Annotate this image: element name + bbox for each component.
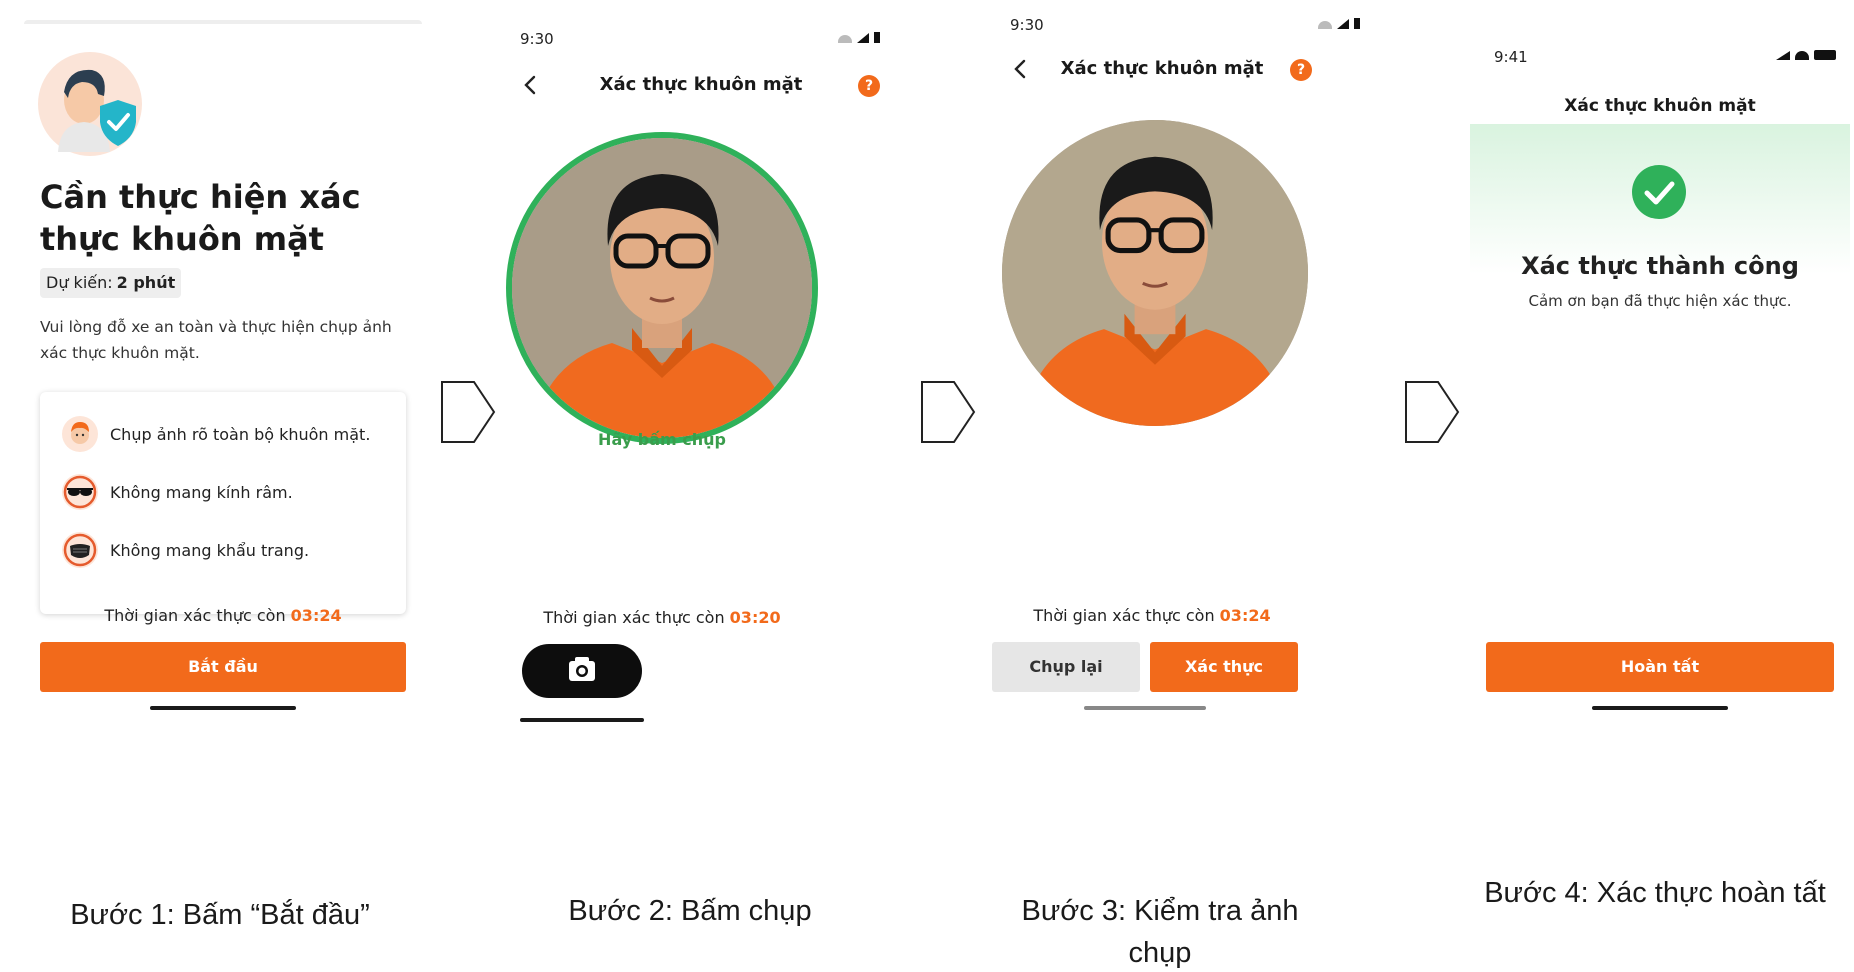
done-button[interactable]: Hoàn tất <box>1486 642 1834 692</box>
nav-title: Xác thực khuôn mặt <box>599 74 803 95</box>
wifi-icon <box>1795 51 1809 60</box>
step4-caption: Bước 4: Xác thực hoàn tất <box>1484 877 1826 909</box>
success-check-icon <box>1632 165 1686 219</box>
status-icons <box>838 32 880 43</box>
capture-hint: Hãy bấm chụp <box>598 430 726 449</box>
nav-bar: Xác thực khuôn mặt ? <box>992 44 1332 94</box>
step2-caption: Bước 2: Bấm chụp <box>568 895 812 927</box>
timer-label: Thời gian xác thực còn <box>1033 606 1215 625</box>
help-icon[interactable]: ? <box>858 75 880 97</box>
nav-title: Xác thực khuôn mặt <box>1060 58 1264 79</box>
start-button[interactable]: Bắt đầu <box>40 642 406 692</box>
timer-line: Thời gian xác thực còn 03:20 <box>502 608 822 627</box>
timer-line: Thời gian xác thực còn 03:24 <box>992 606 1312 625</box>
status-bar: 9:30 <box>502 20 900 56</box>
signal-icon <box>1337 19 1349 29</box>
battery-icon <box>1814 50 1836 60</box>
face-preview <box>512 138 812 438</box>
status-bar: 9:41 <box>1470 38 1850 74</box>
retake-button[interactable]: Chụp lại <box>992 642 1140 692</box>
back-arrow-icon[interactable] <box>1006 54 1036 84</box>
timer-value: 03:20 <box>729 608 781 627</box>
next-step-arrow-icon <box>1405 381 1460 443</box>
nav-bar: Xác thực khuôn mặt ? <box>502 60 900 110</box>
screen-review: 9:30 Xác thực khuôn mặt ? Thời gian xác <box>992 16 1390 840</box>
home-indicator <box>1084 706 1206 710</box>
timer-value: 03:24 <box>1219 606 1271 625</box>
timer-value: 03:24 <box>290 606 342 625</box>
status-time: 9:30 <box>1010 16 1044 34</box>
step1-caption: Bước 1: Bấm “Bắt đầu” <box>70 899 370 931</box>
status-icons <box>1318 18 1360 29</box>
rule-text: Không mang khẩu trang. <box>110 540 310 560</box>
help-icon[interactable]: ? <box>1290 59 1312 81</box>
instruction-text: Vui lòng đỗ xe an toàn và thực hiện chụp… <box>40 318 392 362</box>
sunglasses-icon <box>62 474 98 510</box>
mask-icon <box>62 532 98 568</box>
next-step-arrow-icon <box>921 381 976 443</box>
rule-item: Không mang khẩu trang. <box>62 530 309 570</box>
wifi-icon <box>838 35 852 43</box>
screen-success: 9:41 Xác thực khuôn mặt Xác thực thành c… <box>1470 20 1850 840</box>
rule-item: Không mang kính râm. <box>62 472 293 512</box>
success-title: Xác thực thành công <box>1521 252 1799 280</box>
estimate-badge: Dự kiến: 2 phút <box>40 268 182 298</box>
status-time: 9:41 <box>1494 48 1528 66</box>
home-indicator <box>1592 706 1728 710</box>
signal-icon <box>1776 51 1790 60</box>
shutter-button[interactable] <box>522 644 642 698</box>
face-verification-illustration <box>38 52 142 156</box>
screen-intro: Cần thực hiện xác thực khuôn mặt Dự kiến… <box>24 20 422 840</box>
signal-icon <box>857 33 869 43</box>
rule-item: Chụp ảnh rõ toàn bộ khuôn mặt. <box>62 414 370 454</box>
estimate-value: 2 phút <box>116 273 176 292</box>
status-time: 9:30 <box>520 30 554 48</box>
face-photo <box>512 138 812 438</box>
captured-photo <box>1002 120 1308 426</box>
rules-card: Chụp ảnh rõ toàn bộ khuôn mặt. Không man… <box>40 392 406 614</box>
home-indicator <box>150 706 296 710</box>
success-message: Cảm ơn bạn đã thực hiện xác thực. <box>1528 292 1792 310</box>
next-step-arrow-icon <box>441 381 496 443</box>
top-divider <box>24 20 422 24</box>
battery-icon <box>874 32 880 43</box>
home-indicator <box>520 718 644 722</box>
wifi-icon <box>1318 21 1332 29</box>
face-photo <box>1002 120 1308 426</box>
nav-title: Xác thực khuôn mặt <box>1564 96 1756 116</box>
timer-label: Thời gian xác thực còn <box>543 608 725 627</box>
back-arrow-icon[interactable] <box>516 70 546 100</box>
battery-icon <box>1354 18 1360 29</box>
screen-capture: 9:30 Xác thực khuôn mặt ? Hãy bấm chụp T… <box>502 20 900 840</box>
rule-text: Chụp ảnh rõ toàn bộ khuôn mặt. <box>110 424 371 444</box>
estimate-label: Dự kiến: <box>46 273 113 292</box>
status-icons <box>1776 50 1836 60</box>
timer-label: Thời gian xác thực còn <box>104 606 286 625</box>
rule-text: Không mang kính râm. <box>110 482 293 502</box>
status-bar: 9:30 <box>992 6 1390 42</box>
page-title: Cần thực hiện xác thực khuôn mặt <box>40 178 361 258</box>
camera-icon <box>569 657 595 681</box>
step3-caption: Bước 3: Kiểm tra ảnh chụp <box>1021 895 1299 969</box>
timer-line: Thời gian xác thực còn 03:24 <box>24 606 422 625</box>
verify-button[interactable]: Xác thực <box>1150 642 1298 692</box>
face-icon <box>62 416 98 452</box>
